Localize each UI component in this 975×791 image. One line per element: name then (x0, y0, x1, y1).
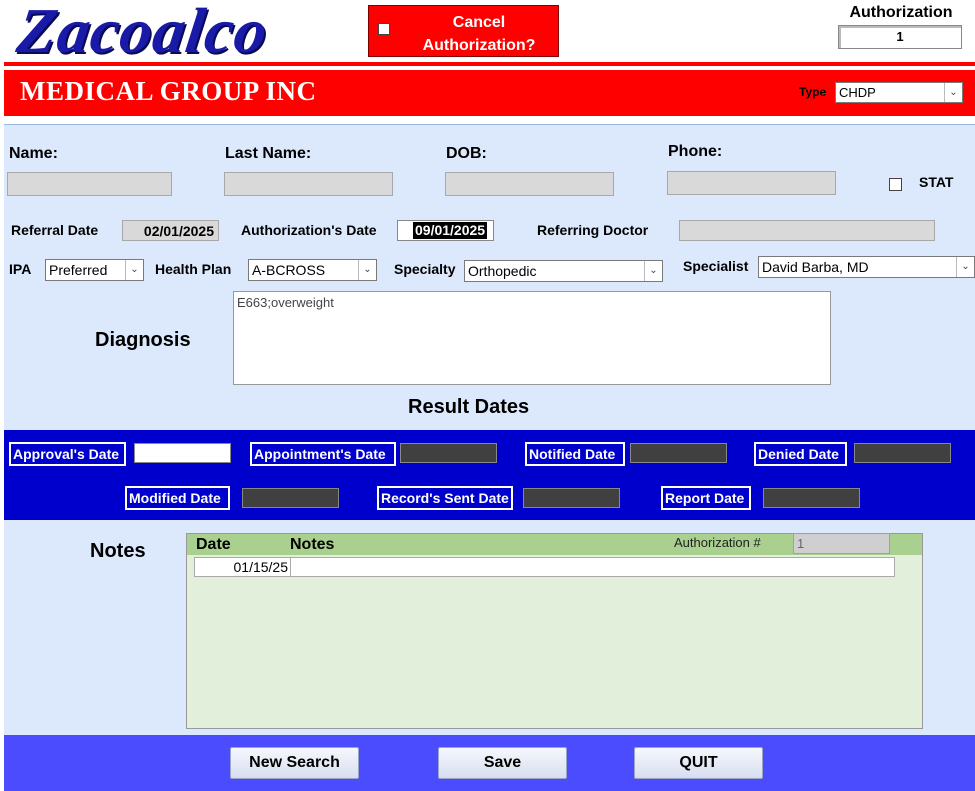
last-name-field[interactable] (224, 172, 393, 196)
type-select[interactable]: CHDP ⌄ (835, 82, 963, 103)
chevron-down-icon[interactable]: ⌄ (956, 257, 974, 277)
diagnosis-textarea[interactable]: E663;overweight (233, 291, 831, 385)
stat-label: STAT (919, 174, 954, 190)
referral-date-label: Referral Date (11, 222, 99, 238)
ipa-label: IPA (9, 261, 32, 277)
authorization-date-field[interactable]: 09/01/2025 (397, 220, 494, 241)
notified-date-label: Notified Date (525, 442, 625, 466)
notes-col-notes: Notes (290, 536, 335, 553)
specialist-select[interactable]: David Barba, MD ⌄ (758, 256, 975, 278)
ipa-select[interactable]: Preferred ⌄ (45, 259, 144, 281)
authorization-date-label: Authorization's Date (241, 222, 377, 238)
cancel-authorization-label: Cancel Authorization? (422, 14, 536, 54)
report-date-label: Report Date (661, 486, 751, 510)
header-red-line (4, 62, 975, 66)
quit-button[interactable]: QUIT (634, 747, 763, 779)
dob-label: DOB: (446, 145, 487, 162)
company-subtitle: MEDICAL GROUP INC (20, 76, 317, 106)
records-sent-date-label: Record's Sent Date (377, 486, 513, 510)
notes-label: Notes (90, 540, 146, 562)
approvals-date-label: Approval's Date (9, 442, 126, 466)
chevron-down-icon[interactable]: ⌄ (125, 260, 143, 280)
name-field[interactable] (7, 172, 172, 196)
notes-row-date[interactable]: 01/15/25 (194, 557, 291, 577)
new-search-button[interactable]: New Search (230, 747, 359, 779)
stat-checkbox[interactable] (889, 178, 902, 191)
chevron-down-icon[interactable]: ⌄ (944, 83, 962, 102)
modified-date-field[interactable] (242, 488, 339, 508)
cancel-authorization-checkbox[interactable] (378, 23, 390, 35)
name-label: Name: (9, 145, 58, 162)
dob-field[interactable] (445, 172, 614, 196)
notes-col-date: Date (196, 536, 231, 553)
type-label: Type (799, 85, 827, 99)
denied-date-label: Denied Date (754, 442, 847, 466)
denied-date-field[interactable] (854, 443, 951, 463)
appointments-date-field[interactable] (400, 443, 497, 463)
appointments-date-label: Appointment's Date (250, 442, 396, 466)
records-sent-date-field[interactable] (523, 488, 620, 508)
phone-label: Phone: (668, 143, 723, 160)
specialty-label: Specialty (394, 261, 456, 277)
approvals-date-field[interactable] (134, 443, 231, 463)
modified-date-label: Modified Date (125, 486, 230, 510)
authorization-date-value: 09/01/2025 (413, 222, 488, 239)
authorization-number-label: Authorization # (674, 535, 761, 550)
diagnosis-label: Diagnosis (95, 329, 191, 351)
chevron-down-icon[interactable]: ⌄ (644, 261, 662, 281)
authorization-number-field[interactable]: 1 (838, 25, 962, 49)
notes-authorization-number-field[interactable]: 1 (793, 533, 890, 554)
save-button[interactable]: Save (438, 747, 567, 779)
notified-date-field[interactable] (630, 443, 727, 463)
health-plan-label: Health Plan (155, 261, 232, 277)
chevron-down-icon[interactable]: ⌄ (358, 260, 376, 280)
last-name-label: Last Name: (225, 145, 312, 162)
notes-row-note[interactable] (290, 557, 895, 577)
report-date-field[interactable] (763, 488, 860, 508)
specialist-label: Specialist (683, 258, 749, 274)
specialty-select[interactable]: Orthopedic ⌄ (464, 260, 663, 282)
phone-field[interactable] (667, 171, 836, 195)
referring-doctor-label: Referring Doctor (537, 222, 649, 238)
authorization-title: Authorization (849, 4, 953, 21)
result-dates-heading: Result Dates (408, 396, 530, 418)
cancel-authorization-box: Cancel Authorization? (368, 5, 559, 57)
health-plan-select[interactable]: A-BCROSS ⌄ (248, 259, 377, 281)
company-logo: Zacoalco (13, 0, 273, 66)
referral-date-field[interactable]: 02/01/2025 (122, 220, 219, 241)
referring-doctor-field[interactable] (679, 220, 935, 241)
